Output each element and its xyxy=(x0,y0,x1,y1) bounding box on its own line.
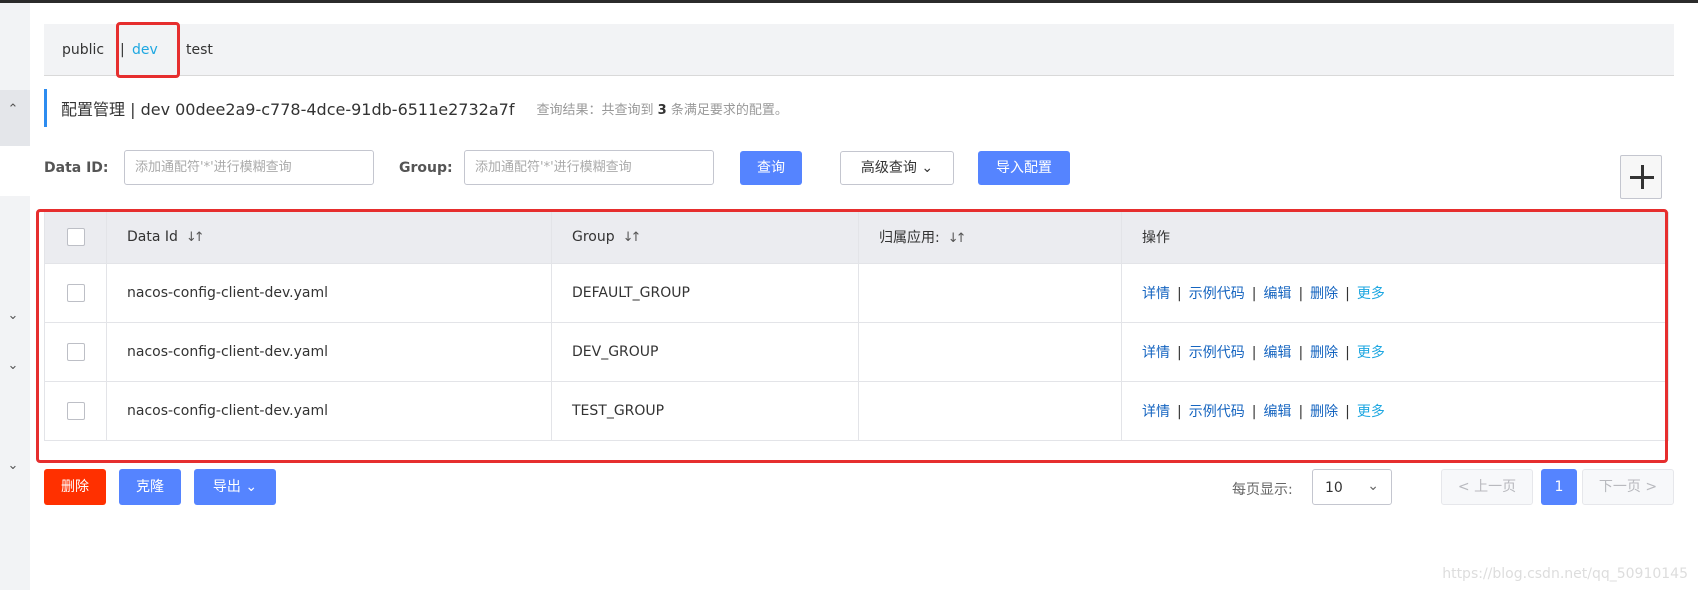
chevron-down-icon: ⌄ xyxy=(1367,478,1379,494)
chevron-down-icon[interactable]: ⌄ xyxy=(6,359,20,373)
tab-test[interactable]: test xyxy=(186,42,213,58)
chevron-left-icon: < xyxy=(1457,479,1470,495)
watermark: https://blog.csdn.net/qq_50910145 xyxy=(1442,566,1688,582)
app-cell xyxy=(858,321,1122,381)
actions-cell: 详情 | 示例代码 | 编辑 | 删除 | 更多 xyxy=(1121,380,1669,440)
delete-link[interactable]: 删除 xyxy=(1310,404,1338,420)
detail-link[interactable]: 详情 xyxy=(1142,345,1170,361)
column-label: 操作 xyxy=(1142,230,1170,247)
tab-separator: | xyxy=(120,42,125,58)
chevron-up-icon[interactable]: ⌃ xyxy=(6,103,20,117)
result-summary: 查询结果：共查询到 3 条满足要求的配置。 xyxy=(536,102,788,118)
select-all-cell xyxy=(44,212,107,263)
sample-code-link[interactable]: 示例代码 xyxy=(1189,404,1245,420)
chevron-right-icon: > xyxy=(1645,479,1658,495)
current-page[interactable]: 1 xyxy=(1541,469,1577,505)
column-header: 操作 xyxy=(1121,212,1669,263)
namespace-tabs: public | dev test xyxy=(44,24,1674,76)
edit-link[interactable]: 编辑 xyxy=(1263,404,1291,420)
group-label: Group: xyxy=(399,160,453,176)
row-checkbox[interactable] xyxy=(66,342,85,361)
group-cell: DEFAULT_GROUP xyxy=(551,262,859,322)
plus-icon[interactable] xyxy=(1620,155,1662,199)
page-header: 配置管理 | dev 00dee2a9-c778-4dce-91db-6511e… xyxy=(44,89,788,127)
table-footer: 删除 克隆 导出 ⌄ 每页显示: 10 ⌄ < 上一页 1 下一页 > xyxy=(44,469,1674,505)
group-cell: TEST_GROUP xyxy=(551,380,859,440)
page-size-value: 10 xyxy=(1325,480,1343,496)
column-header[interactable]: Data Id ↓↑ xyxy=(106,212,552,263)
delete-link[interactable]: 删除 xyxy=(1310,286,1338,302)
data-id-cell: nacos-config-client-dev.yaml xyxy=(106,321,552,381)
tab-public[interactable]: public xyxy=(62,42,104,58)
page-title: 配置管理 | dev 00dee2a9-c778-4dce-91db-6511e… xyxy=(61,100,515,119)
sort-icon[interactable]: ↓↑ xyxy=(623,230,642,245)
edit-link[interactable]: 编辑 xyxy=(1263,286,1291,302)
advanced-query-label: 高级查询 xyxy=(860,160,917,176)
more-link[interactable]: 更多 xyxy=(1357,404,1385,420)
sample-code-link[interactable]: 示例代码 xyxy=(1189,286,1245,302)
row-checkbox[interactable] xyxy=(66,283,85,302)
table-row: nacos-config-client-dev.yaml TEST_GROUP … xyxy=(44,380,1669,440)
detail-link[interactable]: 详情 xyxy=(1142,286,1170,302)
table-row: nacos-config-client-dev.yaml DEV_GROUP 详… xyxy=(44,321,1669,381)
import-config-button[interactable]: 导入配置 xyxy=(978,151,1070,185)
side-nav-active-item[interactable] xyxy=(0,90,30,150)
edit-link[interactable]: 编辑 xyxy=(1263,345,1291,361)
actions-cell: 详情 | 示例代码 | 编辑 | 删除 | 更多 xyxy=(1121,321,1669,381)
data-id-label: Data ID: xyxy=(44,160,109,176)
sample-code-link[interactable]: 示例代码 xyxy=(1189,345,1245,361)
batch-delete-button[interactable]: 删除 xyxy=(44,469,106,505)
detail-link[interactable]: 详情 xyxy=(1142,404,1170,420)
table-header-row: Data Id ↓↑ Group ↓↑ 归属应用: ↓↑ 操作 xyxy=(44,212,1669,263)
clone-button[interactable]: 克隆 xyxy=(119,469,181,505)
chevron-down-icon: ⌄ xyxy=(921,160,934,176)
config-table: Data Id ↓↑ Group ↓↑ 归属应用: ↓↑ 操作 nacos-confi… xyxy=(44,212,1669,441)
data-id-input[interactable] xyxy=(124,150,374,185)
query-button[interactable]: 查询 xyxy=(740,151,802,185)
group-cell: DEV_GROUP xyxy=(551,321,859,381)
data-id-cell: nacos-config-client-dev.yaml xyxy=(106,262,552,322)
column-label: 归属应用: xyxy=(879,230,940,247)
delete-link[interactable]: 删除 xyxy=(1310,345,1338,361)
page-size-label: 每页显示: xyxy=(1232,482,1293,498)
side-nav-selected-item[interactable] xyxy=(0,146,30,196)
table-row: nacos-config-client-dev.yaml DEFAULT_GRO… xyxy=(44,262,1669,322)
actions-cell: 详情 | 示例代码 | 编辑 | 删除 | 更多 xyxy=(1121,262,1669,322)
column-header[interactable]: Group ↓↑ xyxy=(551,212,859,263)
sort-icon[interactable]: ↓↑ xyxy=(948,231,967,246)
side-nav: ⌃ ⌄ ⌄ ⌄ xyxy=(0,3,30,590)
row-checkbox[interactable] xyxy=(66,401,85,420)
chevron-down-icon: ⌄ xyxy=(245,479,258,495)
column-label: Group xyxy=(572,229,615,246)
app-cell xyxy=(858,380,1122,440)
prev-page-button[interactable]: < 上一页 xyxy=(1441,469,1533,505)
export-label: 导出 xyxy=(212,479,241,495)
page-size-select[interactable]: 10 ⌄ xyxy=(1312,469,1392,505)
select-all-checkbox[interactable] xyxy=(66,228,85,247)
next-label: 下一页 xyxy=(1598,479,1641,495)
column-header[interactable]: 归属应用: ↓↑ xyxy=(858,212,1122,263)
chevron-down-icon[interactable]: ⌄ xyxy=(6,459,20,473)
column-label: Data Id xyxy=(127,229,178,246)
tab-dev[interactable]: dev xyxy=(132,42,158,58)
more-link[interactable]: 更多 xyxy=(1357,345,1385,361)
app-cell xyxy=(858,262,1122,322)
top-border xyxy=(0,0,1698,3)
chevron-down-icon[interactable]: ⌄ xyxy=(6,309,20,323)
advanced-query-button[interactable]: 高级查询 ⌄ xyxy=(840,151,954,185)
export-button[interactable]: 导出 ⌄ xyxy=(194,469,276,505)
next-page-button[interactable]: 下一页 > xyxy=(1582,469,1674,505)
group-input[interactable] xyxy=(464,150,714,185)
prev-label: 上一页 xyxy=(1474,479,1517,495)
sort-icon[interactable]: ↓↑ xyxy=(186,230,205,245)
data-id-cell: nacos-config-client-dev.yaml xyxy=(106,380,552,440)
more-link[interactable]: 更多 xyxy=(1357,286,1385,302)
